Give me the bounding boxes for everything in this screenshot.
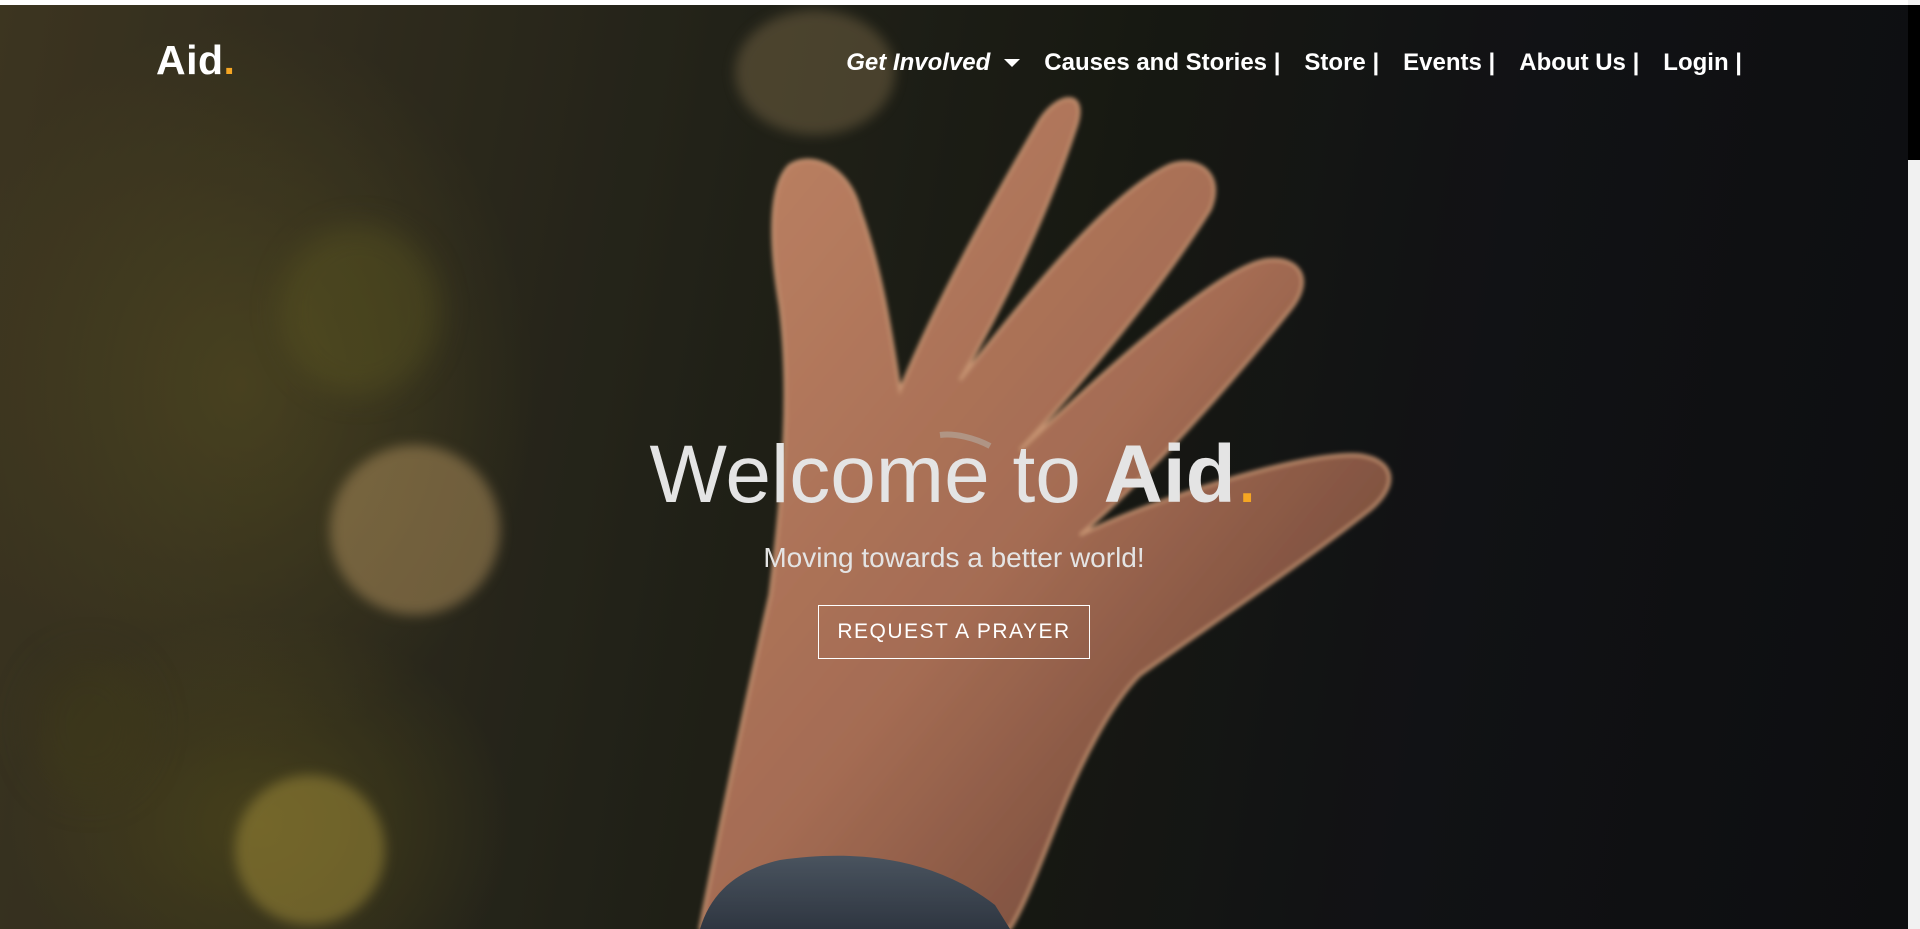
site-logo[interactable]: Aid. (156, 37, 235, 84)
scrollbar-thumb[interactable] (1908, 5, 1920, 160)
chevron-down-icon (1004, 59, 1021, 67)
navbar: Aid. Get Involved Causes and Stories | S… (0, 5, 1908, 115)
nav-item-get-involved[interactable]: Get Involved (846, 49, 1021, 77)
request-prayer-button[interactable]: REQUEST A PRAYER (818, 605, 1090, 659)
hero-section: Aid. Get Involved Causes and Stories | S… (0, 5, 1908, 929)
hero-title: Welcome to Aid. (649, 429, 1259, 520)
nav-item-login[interactable]: Login | (1663, 49, 1742, 77)
browser-viewport: Aid. Get Involved Causes and Stories | S… (0, 0, 1920, 929)
nav-item-events[interactable]: Events | (1403, 49, 1495, 77)
nav-item-store[interactable]: Store | (1304, 49, 1379, 77)
nav-item-about-us[interactable]: About Us | (1519, 49, 1639, 77)
hero-content: Welcome to Aid. Moving towards a better … (0, 425, 1908, 659)
nav-item-causes-and-stories[interactable]: Causes and Stories | (1044, 49, 1280, 77)
nav-item-label: Get Involved (846, 49, 991, 76)
hero-subtitle: Moving towards a better world! (763, 542, 1145, 573)
nav-menu: Get Involved Causes and Stories | Store … (846, 49, 1742, 77)
